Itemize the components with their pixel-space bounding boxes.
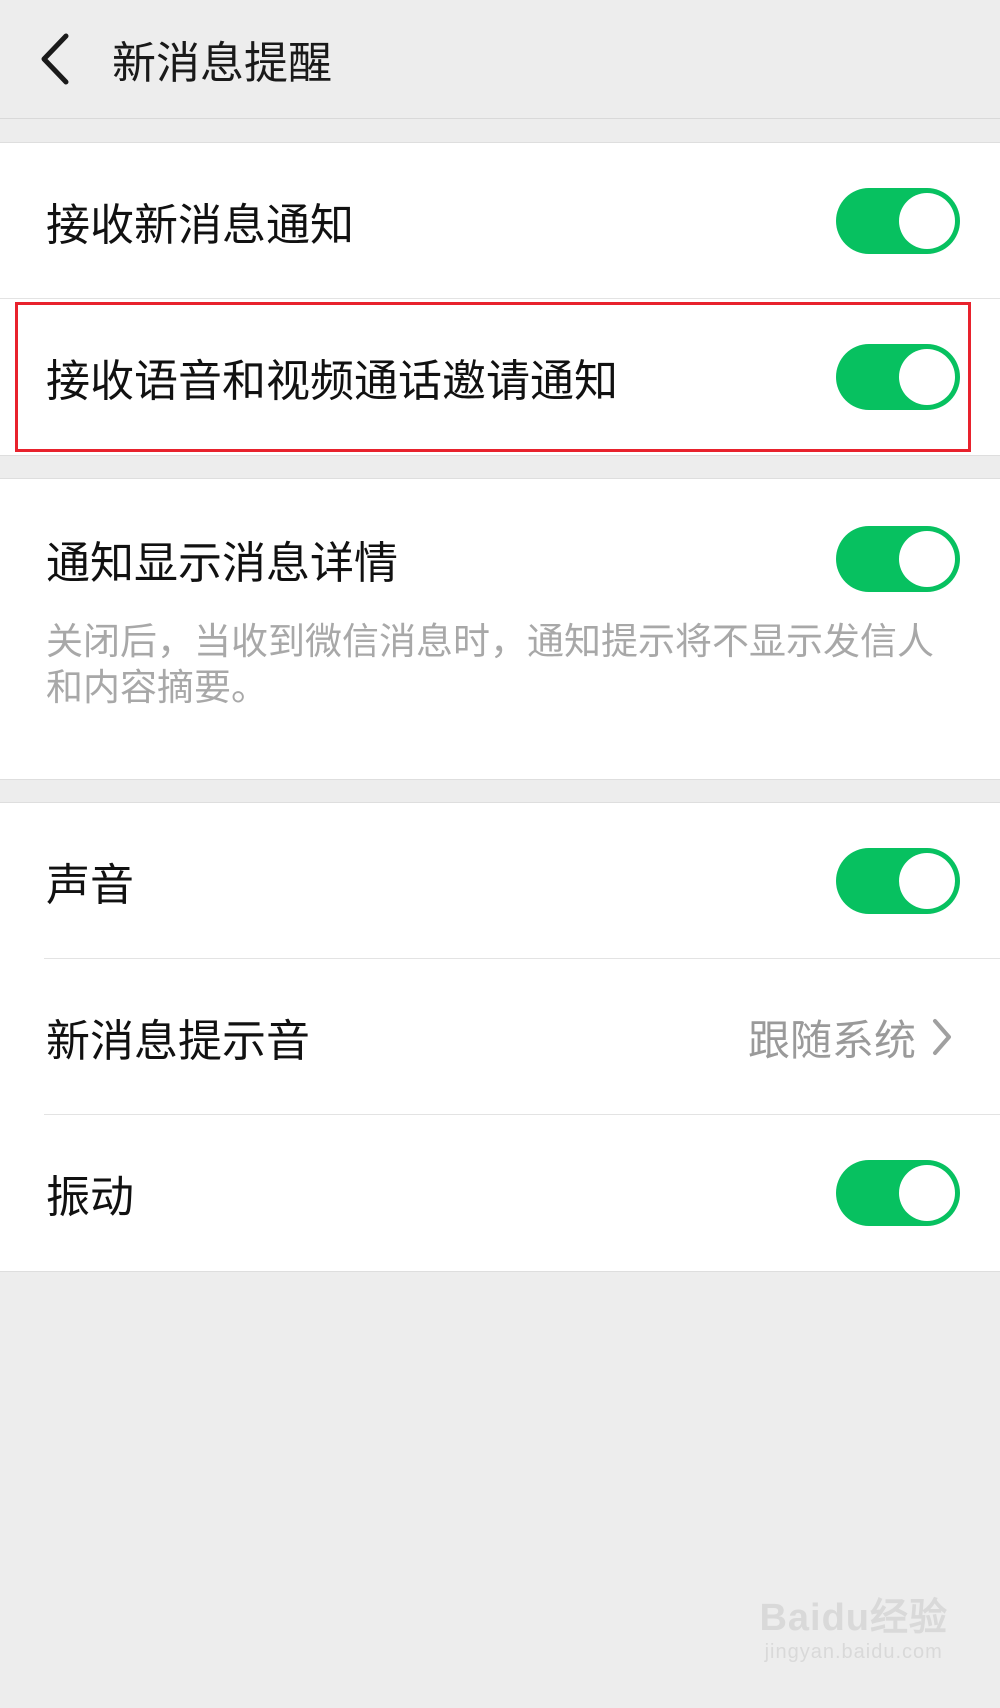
- show-details-label: 通知显示消息详情: [46, 538, 398, 589]
- show-details-switch[interactable]: [836, 526, 960, 592]
- row-sound: 声音: [0, 803, 1000, 959]
- sound-label: 声音: [46, 860, 134, 911]
- receive-call-invite-label: 接收语音和视频通话邀请通知: [46, 356, 618, 407]
- row-receive-new-message: 接收新消息通知: [0, 143, 1000, 299]
- row-vibrate: 振动: [0, 1115, 1000, 1271]
- switch-knob: [899, 531, 955, 587]
- baidu-watermark: Baidu经验 jingyan.baidu.com: [759, 1586, 948, 1664]
- show-details-description: 关闭后，当收到微信消息时，通知提示将不显示发信人和内容摘要。: [46, 620, 934, 709]
- back-button[interactable]: [0, 0, 110, 118]
- switch-knob: [899, 853, 955, 909]
- switch-knob: [899, 1165, 955, 1221]
- receive-call-invite-switch[interactable]: [836, 344, 960, 410]
- watermark-main: Baidu经验: [759, 1597, 948, 1639]
- vibrate-label: 振动: [46, 1172, 134, 1223]
- nav-bar: 新消息提醒: [0, 0, 1000, 119]
- switch-knob: [899, 193, 955, 249]
- receive-new-message-switch[interactable]: [836, 188, 960, 254]
- notification-group: 接收新消息通知 接收语音和视频通话邀请通知: [0, 142, 1000, 456]
- row-message-tone[interactable]: 新消息提示音 跟随系统: [0, 959, 1000, 1115]
- sound-switch[interactable]: [836, 848, 960, 914]
- row-show-details: 通知显示消息详情: [0, 479, 1000, 639]
- vibrate-switch[interactable]: [836, 1160, 960, 1226]
- sound-group: 声音 新消息提示音 跟随系统 振动: [0, 802, 1000, 1272]
- message-tone-label: 新消息提示音: [46, 1016, 310, 1067]
- watermark-sub: jingyan.baidu.com: [764, 1641, 943, 1663]
- switch-knob: [899, 349, 955, 405]
- receive-new-message-label: 接收新消息通知: [46, 200, 354, 251]
- page-title: 新消息提醒: [112, 38, 332, 89]
- message-tone-value: 跟随系统: [747, 1015, 916, 1065]
- chevron-right-icon: [922, 1012, 962, 1062]
- chevron-left-icon: [41, 33, 69, 85]
- row-receive-call-invite: 接收语音和视频通话邀请通知: [0, 299, 1000, 455]
- details-group: 通知显示消息详情 关闭后，当收到微信消息时，通知提示将不显示发信人和内容摘要。: [0, 478, 1000, 780]
